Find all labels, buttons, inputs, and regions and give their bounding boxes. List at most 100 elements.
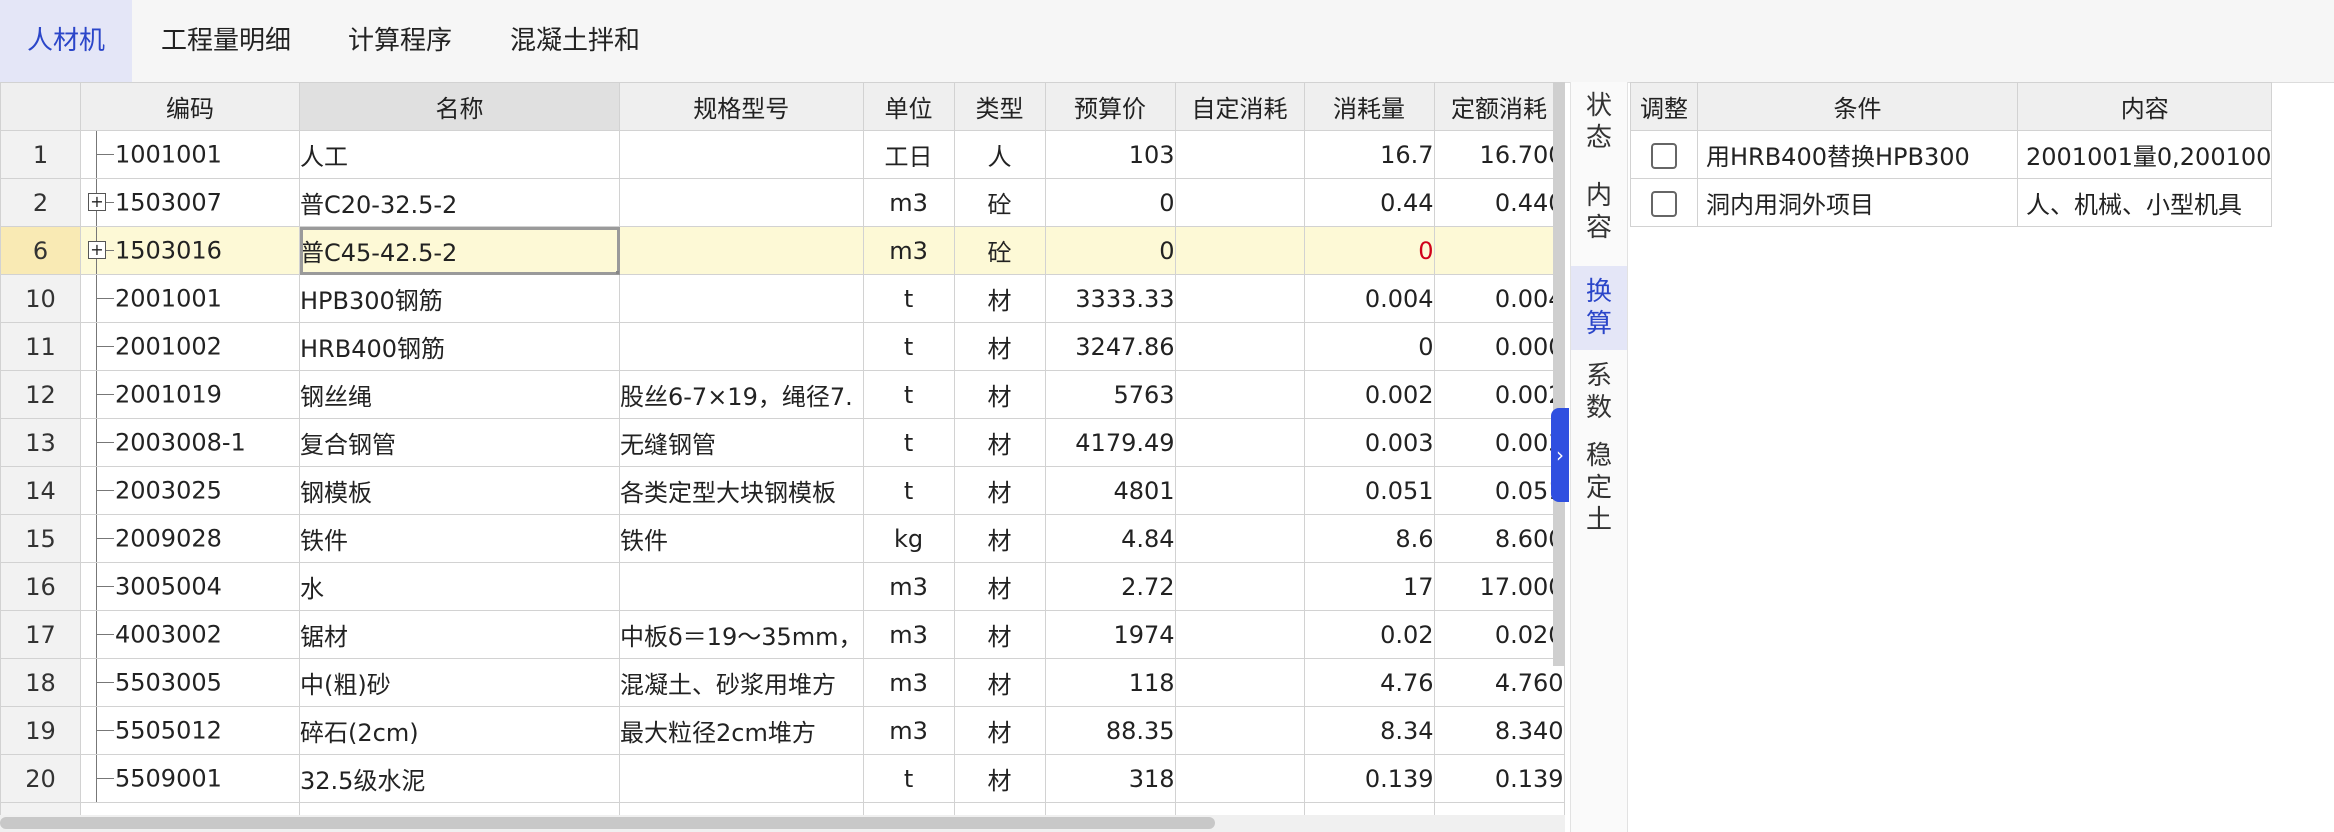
spec-cell[interactable]: 中板δ＝19～35mm， xyxy=(619,610,864,659)
spec-cell[interactable]: 最大粒径2cm堆方 xyxy=(619,706,864,755)
quota-consumption-cell[interactable]: 0.051 xyxy=(1433,466,1565,515)
consumption-cell[interactable]: 0.02 xyxy=(1303,610,1435,659)
name-cell[interactable]: 复合钢管 xyxy=(299,418,620,467)
code-cell[interactable]: 1001001 xyxy=(80,130,300,179)
row-number[interactable]: 1 xyxy=(0,130,81,179)
quota-consumption-cell[interactable]: 0.004 xyxy=(1433,274,1565,323)
quota-consumption-cell[interactable]: 0.139 xyxy=(1433,754,1565,803)
table-row[interactable]: 12 2001019 钢丝绳 股丝6-7×19，绳径7. t 材 5763 0.002 0.00… xyxy=(0,370,1565,419)
row-number[interactable]: 20 xyxy=(0,754,81,803)
grid-vertical-scrollbar[interactable] xyxy=(1553,82,1565,666)
spec-cell[interactable] xyxy=(619,322,864,371)
price-cell[interactable]: 88.35 xyxy=(1044,706,1176,755)
header-spec[interactable]: 规格型号 xyxy=(619,82,864,131)
horizontal-scroll-thumb[interactable] xyxy=(0,817,1215,829)
code-cell[interactable]: 2003025 xyxy=(80,466,300,515)
side-tab-coefficient[interactable]: 系数 xyxy=(1571,354,1627,434)
adjust-checkbox-cell[interactable] xyxy=(1630,130,1698,179)
price-cell[interactable]: 4801 xyxy=(1044,466,1176,515)
name-cell[interactable]: 普C20-32.5-2 xyxy=(299,178,620,227)
type-cell[interactable]: 人 xyxy=(953,130,1046,179)
adjust-checkbox[interactable] xyxy=(1651,190,1677,217)
header-consumption[interactable]: 消耗量 xyxy=(1303,82,1435,131)
consumption-cell[interactable]: 0.44 xyxy=(1303,178,1435,227)
consumption-cell[interactable]: 0 xyxy=(1303,226,1435,275)
price-cell[interactable]: 3247.86 xyxy=(1044,322,1176,371)
price-cell[interactable]: 1974 xyxy=(1044,610,1176,659)
consumption-cell[interactable]: 17 xyxy=(1303,562,1435,611)
row-number[interactable]: 13 xyxy=(0,418,81,467)
side-tab-stabilized-soil[interactable]: 稳定土 xyxy=(1571,434,1627,552)
condition-cell[interactable]: 洞内用洞外项目 xyxy=(1697,178,2018,227)
table-row[interactable]: 15 2009028 铁件 铁件 kg 材 4.84 8.6 8.600 xyxy=(0,514,1565,563)
price-cell[interactable]: 3333.33 xyxy=(1044,274,1176,323)
content-cell[interactable]: 2001001量0,200100 xyxy=(2016,130,2273,179)
table-row[interactable]: 16 3005004 水 m3 材 2.72 17 17.000 xyxy=(0,562,1565,611)
quota-consumption-cell[interactable]: 16.700 xyxy=(1433,130,1565,179)
tab-calc-program[interactable]: 计算程序 xyxy=(326,0,474,82)
row-number[interactable]: 15 xyxy=(0,514,81,563)
row-number[interactable]: 18 xyxy=(0,658,81,707)
header-quota-consumption[interactable]: 定额消耗 xyxy=(1433,82,1565,131)
table-row[interactable]: 19 5505012 碎石(2cm) 最大粒径2cm堆方 m3 材 88.35 8.34 8.3… xyxy=(0,706,1565,755)
table-row[interactable]: 1 1001001 人工 工日人 103 16.7 16.700 xyxy=(0,130,1565,179)
name-cell[interactable]: 人工 xyxy=(299,130,620,179)
consumption-cell[interactable]: 0 xyxy=(1303,322,1435,371)
custom-consumption-cell[interactable] xyxy=(1174,706,1305,755)
unit-cell[interactable]: 工日 xyxy=(862,130,955,179)
row-number[interactable]: 2 xyxy=(0,178,81,227)
header-type[interactable]: 类型 xyxy=(953,82,1046,131)
row-number[interactable]: 12 xyxy=(0,370,81,419)
row-number[interactable]: 14 xyxy=(0,466,81,515)
name-cell[interactable]: 铁件 xyxy=(299,514,620,563)
consumption-cell[interactable]: 16.7 xyxy=(1303,130,1435,179)
header-budget-price[interactable]: 预算价 xyxy=(1044,82,1176,131)
condition-cell[interactable]: 用HRB400替换HPB300 xyxy=(1697,130,2018,179)
conversion-row[interactable]: 用HRB400替换HPB300 2001001量0,200100 xyxy=(1630,130,2273,179)
table-row[interactable]: 18 5503005 中(粗)砂 混凝土、砂浆用堆方 m3 材 118 4.76 4.760 xyxy=(0,658,1565,707)
custom-consumption-cell[interactable] xyxy=(1174,178,1305,227)
custom-consumption-cell[interactable] xyxy=(1174,370,1305,419)
spec-cell[interactable]: 铁件 xyxy=(619,514,864,563)
unit-cell[interactable]: t xyxy=(862,274,955,323)
quota-consumption-cell[interactable] xyxy=(1433,226,1565,275)
price-cell[interactable]: 118 xyxy=(1044,658,1176,707)
custom-consumption-cell[interactable] xyxy=(1174,130,1305,179)
spec-cell[interactable] xyxy=(619,226,864,275)
side-tab-conversion[interactable]: 换算 xyxy=(1571,266,1627,350)
code-cell[interactable]: 5505012 xyxy=(80,706,300,755)
type-cell[interactable]: 材 xyxy=(953,754,1046,803)
spec-cell[interactable] xyxy=(619,754,864,803)
quota-consumption-cell[interactable]: 0.003 xyxy=(1433,418,1565,467)
unit-cell[interactable]: t xyxy=(862,754,955,803)
row-number[interactable]: 11 xyxy=(0,322,81,371)
content-cell[interactable]: 人、机械、小型机具 xyxy=(2016,178,2273,227)
table-row[interactable]: 13 2003008-1 复合钢管 无缝钢管 t 材 4179.49 0.003 0.003 xyxy=(0,418,1565,467)
quota-consumption-cell[interactable]: 0.000 xyxy=(1433,322,1565,371)
spec-cell[interactable] xyxy=(619,274,864,323)
price-cell[interactable]: 2.72 xyxy=(1044,562,1176,611)
spec-cell[interactable]: 混凝土、砂浆用堆方 xyxy=(619,658,864,707)
code-cell[interactable]: 4003002 xyxy=(80,610,300,659)
tab-concrete-mixing[interactable]: 混凝土拌和 xyxy=(490,0,660,82)
code-cell[interactable]: +1503016 xyxy=(80,226,300,275)
type-cell[interactable]: 材 xyxy=(953,610,1046,659)
row-number[interactable]: 16 xyxy=(0,562,81,611)
name-cell[interactable]: 钢模板 xyxy=(299,466,620,515)
unit-cell[interactable]: m3 xyxy=(862,562,955,611)
code-cell[interactable]: 5503005 xyxy=(80,658,300,707)
expand-plus-icon[interactable]: + xyxy=(88,193,106,211)
spec-cell[interactable]: 无缝钢管 xyxy=(619,418,864,467)
type-cell[interactable]: 材 xyxy=(953,418,1046,467)
name-cell[interactable]: HRB400钢筋 xyxy=(299,322,620,371)
side-tab-content[interactable]: 内容 xyxy=(1571,172,1627,258)
row-number[interactable]: 6 xyxy=(0,226,81,275)
consumption-cell[interactable]: 8.34 xyxy=(1303,706,1435,755)
table-row[interactable]: 20 5509001 32.5级水泥 t 材 318 0.139 0.139 xyxy=(0,754,1565,803)
name-cell[interactable]: 普C45-42.5-2 xyxy=(299,226,620,275)
header-name[interactable]: 名称 xyxy=(299,82,620,131)
code-cell[interactable]: 2001001 xyxy=(80,274,300,323)
custom-consumption-cell[interactable] xyxy=(1174,610,1305,659)
spec-cell[interactable] xyxy=(619,178,864,227)
type-cell[interactable]: 材 xyxy=(953,562,1046,611)
